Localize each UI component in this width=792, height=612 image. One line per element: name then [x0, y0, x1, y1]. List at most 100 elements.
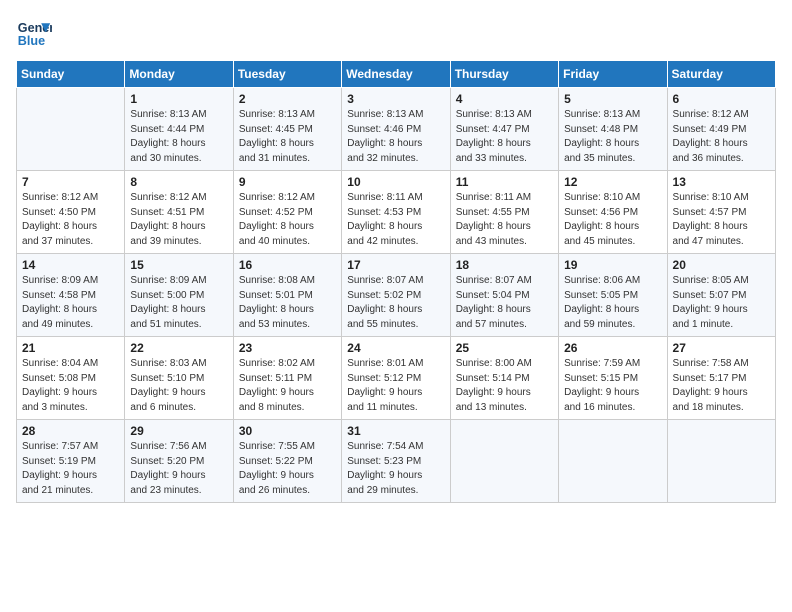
day-cell: 20Sunrise: 8:05 AMSunset: 5:07 PMDayligh…	[667, 254, 775, 337]
header-cell-monday: Monday	[125, 61, 233, 88]
day-cell	[559, 420, 667, 503]
day-cell: 8 Sunrise: 8:12 AMSunset: 4:51 PMDaylight…	[125, 171, 233, 254]
day-info: Sunrise: 8:13 AMSunset: 4:45 PMDaylight:…	[239, 108, 336, 166]
day-cell: 5 Sunrise: 8:13 AMSunset: 4:48 PMDaylight…	[559, 88, 667, 171]
day-cell: 13 Sunrise: 8:10 AMSunset: 4:57 PMDayligh…	[667, 171, 775, 254]
day-cell: 15 Sunrise: 8:09 AMSunset: 5:00 PMDayligh…	[125, 254, 233, 337]
day-cell: 27 Sunrise: 7:58 AMSunset: 5:17 PMDayligh…	[667, 337, 775, 420]
day-info: Sunrise: 7:58 AMSunset: 5:17 PMDaylight:…	[673, 357, 770, 415]
day-info: Sunrise: 8:03 AMSunset: 5:10 PMDaylight:…	[130, 357, 227, 415]
day-number: 19	[564, 258, 661, 272]
day-cell: 30 Sunrise: 7:55 AMSunset: 5:22 PMDayligh…	[233, 420, 341, 503]
svg-text:Blue: Blue	[18, 34, 45, 48]
day-number: 8	[130, 175, 227, 189]
week-row-1: 1 Sunrise: 8:13 AMSunset: 4:44 PMDaylight…	[17, 88, 776, 171]
day-info: Sunrise: 8:13 AMSunset: 4:46 PMDaylight:…	[347, 108, 444, 166]
day-cell: 9 Sunrise: 8:12 AMSunset: 4:52 PMDaylight…	[233, 171, 341, 254]
header-cell-thursday: Thursday	[450, 61, 558, 88]
day-info: Sunrise: 7:57 AMSunset: 5:19 PMDaylight:…	[22, 440, 119, 498]
day-info: Sunrise: 8:13 AMSunset: 4:47 PMDaylight:…	[456, 108, 553, 166]
day-info: Sunrise: 8:12 AMSunset: 4:52 PMDaylight:…	[239, 191, 336, 249]
day-cell	[17, 88, 125, 171]
day-number: 12	[564, 175, 661, 189]
week-row-3: 14 Sunrise: 8:09 AMSunset: 4:58 PMDayligh…	[17, 254, 776, 337]
day-number: 15	[130, 258, 227, 272]
day-info: Sunrise: 7:56 AMSunset: 5:20 PMDaylight:…	[130, 440, 227, 498]
day-number: 11	[456, 175, 553, 189]
day-number: 14	[22, 258, 119, 272]
header-cell-saturday: Saturday	[667, 61, 775, 88]
day-cell: 24Sunrise: 8:01 AMSunset: 5:12 PMDayligh…	[342, 337, 450, 420]
day-info: Sunrise: 8:11 AMSunset: 4:53 PMDaylight:…	[347, 191, 444, 249]
day-number: 13	[673, 175, 770, 189]
day-info: Sunrise: 8:10 AMSunset: 4:56 PMDaylight:…	[564, 191, 661, 249]
day-cell: 6 Sunrise: 8:12 AMSunset: 4:49 PMDaylight…	[667, 88, 775, 171]
day-number: 28	[22, 424, 119, 438]
day-number: 9	[239, 175, 336, 189]
day-cell: 17Sunrise: 8:07 AMSunset: 5:02 PMDayligh…	[342, 254, 450, 337]
day-info: Sunrise: 8:13 AMSunset: 4:44 PMDaylight:…	[130, 108, 227, 166]
day-number: 23	[239, 341, 336, 355]
day-info: Sunrise: 8:13 AMSunset: 4:48 PMDaylight:…	[564, 108, 661, 166]
day-number: 7	[22, 175, 119, 189]
day-number: 27	[673, 341, 770, 355]
day-info: Sunrise: 8:12 AMSunset: 4:50 PMDaylight:…	[22, 191, 119, 249]
day-cell: 12 Sunrise: 8:10 AMSunset: 4:56 PMDayligh…	[559, 171, 667, 254]
calendar-table: SundayMondayTuesdayWednesdayThursdayFrid…	[16, 60, 776, 503]
header-cell-sunday: Sunday	[17, 61, 125, 88]
day-cell: 23 Sunrise: 8:02 AMSunset: 5:11 PMDayligh…	[233, 337, 341, 420]
day-info: Sunrise: 8:10 AMSunset: 4:57 PMDaylight:…	[673, 191, 770, 249]
week-row-2: 7 Sunrise: 8:12 AMSunset: 4:50 PMDaylight…	[17, 171, 776, 254]
day-cell: 22 Sunrise: 8:03 AMSunset: 5:10 PMDayligh…	[125, 337, 233, 420]
day-number: 4	[456, 92, 553, 106]
day-info: Sunrise: 8:11 AMSunset: 4:55 PMDaylight:…	[456, 191, 553, 249]
day-number: 17	[347, 258, 444, 272]
day-number: 10	[347, 175, 444, 189]
day-cell: 3Sunrise: 8:13 AMSunset: 4:46 PMDaylight…	[342, 88, 450, 171]
day-cell: 7 Sunrise: 8:12 AMSunset: 4:50 PMDaylight…	[17, 171, 125, 254]
day-number: 31	[347, 424, 444, 438]
day-cell: 29 Sunrise: 7:56 AMSunset: 5:20 PMDayligh…	[125, 420, 233, 503]
day-number: 18	[456, 258, 553, 272]
header-cell-tuesday: Tuesday	[233, 61, 341, 88]
day-number: 6	[673, 92, 770, 106]
day-cell: 28 Sunrise: 7:57 AMSunset: 5:19 PMDayligh…	[17, 420, 125, 503]
header-row: SundayMondayTuesdayWednesdayThursdayFrid…	[17, 61, 776, 88]
day-number: 24	[347, 341, 444, 355]
day-cell: 14 Sunrise: 8:09 AMSunset: 4:58 PMDayligh…	[17, 254, 125, 337]
day-cell: 4 Sunrise: 8:13 AMSunset: 4:47 PMDaylight…	[450, 88, 558, 171]
day-cell: 10 Sunrise: 8:11 AMSunset: 4:53 PMDayligh…	[342, 171, 450, 254]
page-header: General Blue	[16, 16, 776, 52]
week-row-5: 28 Sunrise: 7:57 AMSunset: 5:19 PMDayligh…	[17, 420, 776, 503]
day-number: 25	[456, 341, 553, 355]
day-cell: 16Sunrise: 8:08 AMSunset: 5:01 PMDayligh…	[233, 254, 341, 337]
day-cell: 31 Sunrise: 7:54 AMSunset: 5:23 PMDayligh…	[342, 420, 450, 503]
day-cell: 21Sunrise: 8:04 AMSunset: 5:08 PMDayligh…	[17, 337, 125, 420]
day-number: 29	[130, 424, 227, 438]
day-info: Sunrise: 8:09 AMSunset: 4:58 PMDaylight:…	[22, 274, 119, 332]
day-cell: 11 Sunrise: 8:11 AMSunset: 4:55 PMDayligh…	[450, 171, 558, 254]
day-info: Sunrise: 8:02 AMSunset: 5:11 PMDaylight:…	[239, 357, 336, 415]
header-cell-wednesday: Wednesday	[342, 61, 450, 88]
day-cell: 1 Sunrise: 8:13 AMSunset: 4:44 PMDaylight…	[125, 88, 233, 171]
logo-icon: General Blue	[16, 16, 52, 52]
day-info: Sunrise: 7:55 AMSunset: 5:22 PMDaylight:…	[239, 440, 336, 498]
day-number: 1	[130, 92, 227, 106]
day-cell	[667, 420, 775, 503]
day-cell: 19Sunrise: 8:06 AMSunset: 5:05 PMDayligh…	[559, 254, 667, 337]
day-info: Sunrise: 8:12 AMSunset: 4:49 PMDaylight:…	[673, 108, 770, 166]
day-cell: 18 Sunrise: 8:07 AMSunset: 5:04 PMDayligh…	[450, 254, 558, 337]
day-info: Sunrise: 7:54 AMSunset: 5:23 PMDaylight:…	[347, 440, 444, 498]
day-number: 2	[239, 92, 336, 106]
day-number: 22	[130, 341, 227, 355]
day-number: 30	[239, 424, 336, 438]
day-info: Sunrise: 8:00 AMSunset: 5:14 PMDaylight:…	[456, 357, 553, 415]
day-number: 20	[673, 258, 770, 272]
day-info: Sunrise: 8:09 AMSunset: 5:00 PMDaylight:…	[130, 274, 227, 332]
day-number: 5	[564, 92, 661, 106]
logo: General Blue	[16, 16, 52, 52]
day-info: Sunrise: 8:12 AMSunset: 4:51 PMDaylight:…	[130, 191, 227, 249]
day-cell	[450, 420, 558, 503]
day-info: Sunrise: 8:07 AMSunset: 5:04 PMDaylight:…	[456, 274, 553, 332]
day-cell: 2 Sunrise: 8:13 AMSunset: 4:45 PMDaylight…	[233, 88, 341, 171]
